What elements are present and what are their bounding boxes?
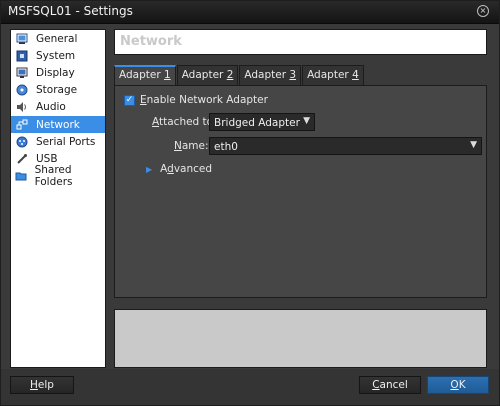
tab-label: Adapter: [244, 69, 290, 81]
tab-number: 2: [226, 69, 234, 81]
button-label: elp: [37, 379, 54, 391]
tab-number: 1: [164, 69, 171, 81]
page-title: Network: [120, 34, 182, 49]
usb-icon: [15, 152, 29, 166]
sidebar-item-system[interactable]: System: [11, 47, 105, 64]
display-icon: [15, 66, 29, 80]
tab-adapter-3[interactable]: Adapter 3: [239, 65, 302, 85]
advanced-label: Advanced: [160, 163, 212, 175]
help-button[interactable]: Help: [10, 376, 74, 394]
sidebar-item-label: Network: [36, 118, 80, 131]
attached-to-select[interactable]: Bridged Adapter ▼: [209, 113, 315, 131]
label-text: ame:: [181, 140, 209, 152]
disk-icon: [15, 83, 29, 97]
cancel-button[interactable]: Cancel: [359, 376, 421, 394]
settings-window: MSFSQL01 - Settings × General System Dis…: [0, 0, 500, 406]
label-text: nable Network Adapter: [146, 94, 268, 106]
sidebar-item-label: General: [36, 32, 78, 45]
adapter-tabs: Adapter 1 Adapter 2 Adapter 3 Adapter 4: [114, 65, 365, 85]
expand-arrow-icon: ▶: [146, 164, 153, 174]
tab-adapter-1[interactable]: Adapter 1: [114, 65, 176, 85]
sidebar-item-shared-folders[interactable]: Shared Folders: [11, 164, 105, 188]
sidebar-item-label: System: [36, 49, 76, 62]
sidebar-item-network[interactable]: Network: [11, 115, 105, 134]
sidebar-item-general[interactable]: General: [11, 30, 105, 47]
sidebar-item-label: Storage: [36, 84, 78, 97]
sidebar-item-storage[interactable]: Storage: [11, 82, 105, 99]
accel-key: C: [372, 379, 380, 391]
window-title: MSFSQL01 - Settings: [8, 4, 133, 18]
tab-label: Adapter: [307, 69, 353, 81]
serial-icon: [15, 135, 29, 149]
enable-adapter-label[interactable]: Enable Network Adapter: [140, 94, 268, 106]
accel-key: E: [140, 94, 147, 106]
name-label: Name:: [174, 140, 209, 152]
tab-number: 4: [352, 69, 359, 81]
title-bar[interactable]: MSFSQL01 - Settings ×: [1, 1, 499, 24]
sidebar-item-display[interactable]: Display: [11, 64, 105, 81]
sidebar-item-label: USB: [36, 152, 58, 165]
sidebar-item-label: Display: [36, 66, 75, 79]
monitor-icon: [15, 32, 29, 46]
advanced-expander[interactable]: ▶ Advanced: [146, 163, 212, 175]
label-text: ttached to:: [159, 116, 217, 128]
name-value: eth0: [214, 141, 238, 153]
button-label: K: [458, 379, 466, 391]
sidebar-item-label: Audio: [36, 101, 66, 114]
speaker-icon: [15, 100, 29, 114]
page-header: Network: [114, 29, 487, 55]
chevron-down-icon: ▼: [470, 140, 477, 150]
settings-main: Network Adapter 1 Adapter 2 Adapter 3 Ad…: [114, 29, 492, 368]
ok-button[interactable]: OK: [427, 376, 489, 394]
sidebar-item-serial-ports[interactable]: Serial Ports: [11, 133, 105, 150]
tab-adapter-2[interactable]: Adapter 2: [176, 65, 239, 85]
chip-icon: [15, 49, 29, 63]
attached-to-label: Attached to:: [152, 116, 217, 128]
sidebar-item-label: Shared Folders: [34, 164, 73, 189]
folder-icon: [15, 169, 28, 183]
chevron-down-icon: ▼: [303, 116, 310, 126]
info-panel: [114, 309, 487, 368]
button-label: ancel: [379, 379, 408, 391]
accel-key: N: [174, 140, 182, 152]
accel-key: d: [167, 163, 174, 175]
close-icon[interactable]: ×: [477, 5, 489, 17]
dialog-footer: Help Cancel OK: [1, 369, 499, 405]
tab-number: 3: [289, 69, 297, 81]
name-select[interactable]: eth0 ▼: [209, 137, 482, 155]
tab-adapter-4[interactable]: Adapter 4: [302, 65, 364, 85]
accel-key: H: [30, 379, 38, 391]
accel-key: A: [152, 116, 159, 128]
attached-to-value: Bridged Adapter: [214, 117, 300, 129]
tab-label: Adapter: [181, 69, 227, 81]
sidebar-item-label: Serial Ports: [36, 135, 96, 148]
accel-key: O: [450, 379, 459, 391]
tab-label: Adapter: [119, 69, 164, 81]
adapter-panel: ✓ Enable Network Adapter Attached to: Br…: [114, 85, 487, 298]
settings-sidebar: General System Display Storage Audio Net…: [10, 29, 106, 368]
label-text: vanced: [173, 163, 213, 175]
sidebar-item-audio[interactable]: Audio: [11, 99, 105, 116]
network-icon: [15, 118, 29, 132]
enable-adapter-checkbox[interactable]: ✓: [124, 95, 135, 106]
